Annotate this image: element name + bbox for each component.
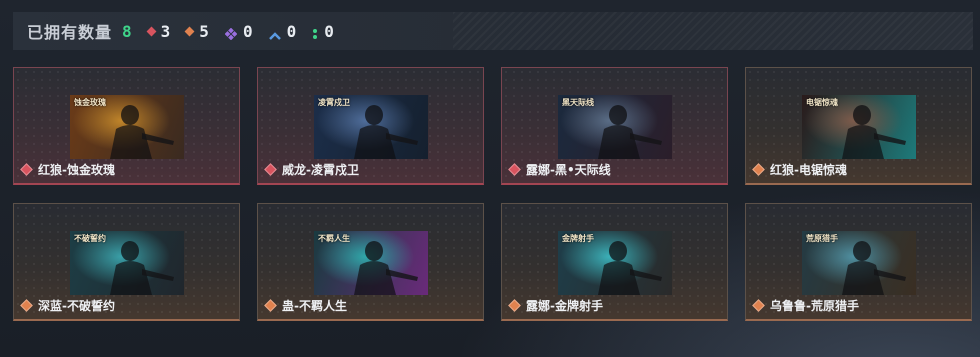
skin-card[interactable]: 荒原猎手乌鲁鲁-荒原猎手 xyxy=(745,203,972,321)
skin-card-grid: 蚀金玫瑰 红狼-蚀金玫瑰 凌霄戍卫 威龙-凌霄戍卫 黑天际线 露娜-黑•天际线 电锯惊魂 红狼… xyxy=(13,67,973,321)
skin-name-row: 红狼-电锯惊魂 xyxy=(752,161,847,178)
skin-thumbnail: 不羁人生 xyxy=(314,231,428,295)
character-silhouette xyxy=(598,105,662,159)
skin-thumbnail: 凌霄戍卫 xyxy=(314,95,428,159)
rarity-count: 5 xyxy=(199,21,209,41)
skin-card[interactable]: 黑天际线露娜-黑•天际线 xyxy=(501,67,728,185)
skin-card[interactable]: 蚀金玫瑰红狼-蚀金玫瑰 xyxy=(13,67,240,185)
skin-card[interactable]: 凌霄戍卫威龙-凌霄戍卫 xyxy=(257,67,484,185)
red-diamond-icon xyxy=(264,163,277,176)
character-silhouette xyxy=(598,241,662,295)
orange-diamond-icon xyxy=(752,299,765,312)
character-silhouette xyxy=(354,105,418,159)
skin-thumbnail: 金牌射手 xyxy=(558,231,672,295)
green-dots-icon xyxy=(312,25,318,39)
orange-diamond-icon xyxy=(20,299,33,312)
skin-name-row: 威龙-凌霄戍卫 xyxy=(264,161,359,178)
skin-card[interactable]: 电锯惊魂红狼-电锯惊魂 xyxy=(745,67,972,185)
orange-diamond-icon xyxy=(264,299,277,312)
skin-card[interactable]: 金牌射手露娜-金牌射手 xyxy=(501,203,728,321)
skin-thumbnail: 不破誓约 xyxy=(70,231,184,295)
skin-name: 红狼-电锯惊魂 xyxy=(770,163,847,177)
red-diamond-icon xyxy=(146,26,157,36)
skin-name: 蛊-不羁人生 xyxy=(282,299,347,313)
skin-thumbnail: 黑天际线 xyxy=(558,95,672,159)
skin-name: 露娜-黑•天际线 xyxy=(526,163,611,177)
skin-name: 乌鲁鲁-荒原猎手 xyxy=(770,299,859,313)
skin-name-row: 露娜-黑•天际线 xyxy=(508,161,611,178)
rarity-stat-blue: 0 xyxy=(268,21,297,41)
character-silhouette xyxy=(354,241,418,295)
red-diamond-icon xyxy=(20,163,33,176)
owned-count-summary-bar: 已拥有数量 8 3 5 0 0 0 xyxy=(13,12,973,50)
rarity-count: 0 xyxy=(324,21,334,41)
skin-thumbnail: 蚀金玫瑰 xyxy=(70,95,184,159)
orange-diamond-icon xyxy=(184,26,195,36)
character-silhouette xyxy=(110,105,174,159)
owned-count-total: 8 xyxy=(122,21,132,41)
purple-diamond-icon xyxy=(224,25,238,41)
rarity-stat-green: 0 xyxy=(312,22,334,41)
skin-card[interactable]: 不破誓约深蓝-不破誓约 xyxy=(13,203,240,321)
owned-skins-panel: 已拥有数量 8 3 5 0 0 0 蚀金玫瑰 红狼-蚀金玫瑰 凌霄戍卫 威龙-凌… xyxy=(0,0,980,357)
skin-name-row: 深蓝-不破誓约 xyxy=(20,297,115,314)
rarity-count: 3 xyxy=(160,21,171,41)
blue-chevron-icon xyxy=(268,26,281,40)
skin-thumbnail: 荒原猎手 xyxy=(802,231,916,295)
skin-name-row: 红狼-蚀金玫瑰 xyxy=(20,161,115,178)
skin-name: 露娜-金牌射手 xyxy=(526,299,603,313)
rarity-stat-red: 3 xyxy=(146,21,171,41)
skin-name-row: 蛊-不羁人生 xyxy=(264,297,347,314)
rarity-stat-orange: 5 xyxy=(184,21,209,41)
rarity-count: 0 xyxy=(242,21,253,41)
orange-diamond-icon xyxy=(752,163,765,176)
skin-name: 深蓝-不破誓约 xyxy=(38,299,115,313)
red-diamond-icon xyxy=(508,163,521,176)
skin-name: 红狼-蚀金玫瑰 xyxy=(38,163,115,177)
skin-thumbnail: 电锯惊魂 xyxy=(802,95,916,159)
rarity-count: 0 xyxy=(286,21,297,41)
character-silhouette xyxy=(842,241,906,295)
orange-diamond-icon xyxy=(508,299,521,312)
skin-name-row: 乌鲁鲁-荒原猎手 xyxy=(752,297,859,314)
owned-count-label: 已拥有数量 xyxy=(27,23,113,42)
skin-name: 威龙-凌霄戍卫 xyxy=(282,163,359,177)
skin-name-row: 露娜-金牌射手 xyxy=(508,297,603,314)
character-silhouette xyxy=(110,241,174,295)
rarity-stat-purple: 0 xyxy=(224,21,253,41)
skin-card[interactable]: 不羁人生蛊-不羁人生 xyxy=(257,203,484,321)
character-silhouette xyxy=(842,105,906,159)
